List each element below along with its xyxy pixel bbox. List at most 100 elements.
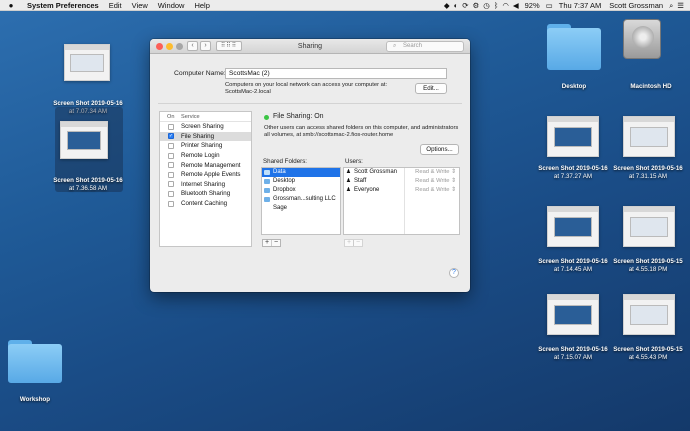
status-desc-2: all volumes, at smb://scottsmac-2.fios-r… [264,132,394,138]
service-row-content-caching[interactable]: Content Caching [160,199,251,209]
checkbox[interactable] [168,190,174,197]
user-name[interactable]: Scott Grossman [607,0,665,11]
checkbox[interactable] [168,171,174,178]
screenshot-thumb[interactable] [64,44,110,81]
dropbox-icon[interactable]: ◆ [444,0,450,11]
clock[interactable]: Thu 7:37 AM [557,0,604,11]
folder-row[interactable]: Desktop [262,177,340,186]
zoom-button[interactable] [176,43,183,50]
checkbox[interactable] [168,123,174,130]
gear-icon[interactable]: ⚙ [473,0,480,11]
desktop-icon-label: Screen Shot 2019-05-16 at 7.14.45 AM [538,258,608,273]
service-list: On Service Screen Sharing ✓ File Sharing … [159,111,252,247]
folder-icon [264,179,270,184]
user-row[interactable]: ♟ Staff Read & Write ⇕ [344,177,459,186]
apple-menu-icon[interactable]: ● [6,0,16,11]
remove-folder-button[interactable]: − [271,239,280,246]
search-field[interactable]: ⌕ Search [386,41,464,52]
screenshot-thumb[interactable] [623,116,675,157]
service-row-remote-login[interactable]: Remote Login [160,151,251,161]
sharing-window: ‹ › ⠿⠿⠿ Sharing ⌕ Search Computer Name: … [150,39,470,292]
shared-folders-label: Shared Folders: [263,158,308,165]
hard-drive-icon[interactable] [623,19,661,59]
help-button[interactable]: ? [449,268,459,278]
desktop-icon-label: Screen Shot 2019-05-16 at 7.36.58 AM [53,177,123,192]
checkbox[interactable] [168,181,174,188]
add-user-button[interactable]: + [345,239,353,246]
service-row-screen-sharing[interactable]: Screen Sharing [160,122,251,132]
folders-add-remove: + − [262,239,281,247]
screenshot-thumb[interactable] [60,121,108,159]
workshop-label: Workshop [19,396,51,403]
screenshot-thumb[interactable] [547,294,599,335]
folder-row[interactable]: Data [262,168,340,177]
desktop-icon-label: Screen Shot 2019-05-16 at 7.31.15 AM [613,165,683,180]
screenshot-thumb[interactable] [623,294,675,335]
permission-select[interactable]: Read & Write ⇕ [415,186,459,195]
battery-icon[interactable]: ▭ [546,0,553,11]
menu-help[interactable]: Help [189,0,214,11]
computer-name-note-2: ScottsMac-2.local [225,89,271,95]
spotlight-icon[interactable]: ⌕ [669,0,673,11]
group-icon: ♟ [346,178,351,184]
service-row-remote-apple-events[interactable]: Remote Apple Events [160,170,251,180]
service-row-bluetooth-sharing[interactable]: Bluetooth Sharing [160,189,251,199]
volume-icon[interactable]: ◀ [513,0,519,11]
service-row-remote-management[interactable]: Remote Management [160,160,251,170]
menu-window[interactable]: Window [153,0,190,11]
folder-row[interactable]: Grossman...sulting LLC [262,195,340,204]
status-icon[interactable]: ◐ [454,0,459,11]
checkbox[interactable] [168,200,174,207]
desktop-folder-icon[interactable] [547,24,601,70]
folder-icon [264,188,270,193]
permission-select[interactable]: Read & Write ⇕ [415,168,459,177]
shared-folders-list: Data Desktop Dropbox Grossman...sulting … [261,167,341,235]
folder-row[interactable]: Dropbox [262,186,340,195]
forward-button[interactable]: › [200,41,211,51]
checkbox[interactable] [168,162,174,169]
title-bar[interactable]: ‹ › ⠿⠿⠿ Sharing ⌕ Search [150,39,470,54]
remove-user-button[interactable]: − [353,239,362,246]
bluetooth-icon[interactable]: ᛒ [494,0,499,11]
back-button[interactable]: ‹ [187,41,198,51]
permission-select[interactable]: Read & Write ⇕ [415,177,459,186]
user-row[interactable]: ♟ Everyone Read & Write ⇕ [344,186,459,195]
menu-edit[interactable]: Edit [104,0,127,11]
screenshot-thumb[interactable] [547,206,599,247]
computer-name-field[interactable]: ScottsMac (2) [225,68,447,79]
menu-view[interactable]: View [127,0,153,11]
add-folder-button[interactable]: + [263,239,271,246]
screenshot-thumb[interactable] [623,206,675,247]
edit-button[interactable]: Edit... [415,83,447,94]
notification-center-icon[interactable]: ☰ [677,0,684,11]
desktop-icon-label: Screen Shot 2019-05-15 at 4.55.43 PM [613,346,683,361]
checkbox[interactable]: ✓ [168,133,174,140]
options-button[interactable]: Options... [420,144,459,155]
desktop-folder-label: Desktop [561,83,587,90]
divider [158,103,462,104]
service-row-file-sharing[interactable]: ✓ File Sharing [160,131,251,142]
checkbox[interactable] [168,142,174,149]
sync-icon[interactable]: ⟳ [462,0,468,11]
service-row-internet-sharing[interactable]: Internet Sharing [160,180,251,190]
checkbox[interactable] [168,152,174,159]
timemachine-icon[interactable]: ◷ [483,0,490,11]
screenshot-thumb[interactable] [547,116,599,157]
users-label: Users: [345,158,363,165]
desktop-icon-label: Screen Shot 2019-05-15 at 4.55.18 PM [613,258,683,273]
service-row-printer-sharing[interactable]: Printer Sharing [160,141,251,151]
battery-percent[interactable]: 92% [523,0,542,11]
hdd-label: Macintosh HD [630,83,672,90]
wifi-icon[interactable]: ◠ [502,0,509,11]
minimize-button[interactable] [166,43,173,50]
menu-app-name[interactable]: System Preferences [22,0,104,11]
folder-row[interactable]: Sage [262,204,340,213]
close-button[interactable] [156,43,163,50]
show-all-grid-icon[interactable]: ⠿⠿⠿ [216,41,242,51]
workshop-folder-icon[interactable] [8,340,62,383]
search-icon: ⌕ [393,43,397,49]
users-list: ♟ Scott Grossman Read & Write ⇕ ♟ Staff Read… [343,167,460,235]
column-divider [404,168,405,234]
status-text: File Sharing: On [273,113,324,120]
user-row[interactable]: ♟ Scott Grossman Read & Write ⇕ [344,168,459,177]
